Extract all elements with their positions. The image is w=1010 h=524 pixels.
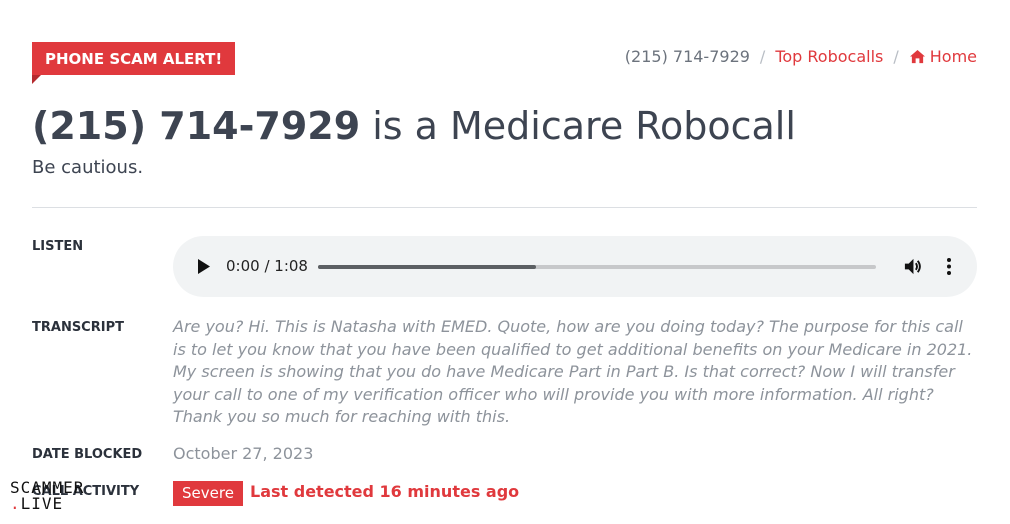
breadcrumb-home-label: Home xyxy=(929,47,977,66)
listen-label: LISTEN xyxy=(32,239,84,254)
play-icon[interactable] xyxy=(197,259,211,274)
last-detected-text: Last detected 16 minutes ago xyxy=(250,482,520,501)
breadcrumb-top-robocalls-link[interactable]: Top Robocalls xyxy=(775,47,883,66)
phone-scam-alert-badge: PHONE SCAM ALERT! xyxy=(32,42,236,75)
transcript-label: TRANSCRIPT xyxy=(32,320,124,335)
section-divider xyxy=(32,207,977,208)
page-title-number: (215) 714-7929 xyxy=(32,104,361,148)
breadcrumb-current-number: (215) 714-7929 xyxy=(624,47,750,66)
audio-time: 0:00 / 1:08 xyxy=(226,257,308,275)
home-icon xyxy=(909,49,925,64)
breadcrumb: (215) 714-7929 / Top Robocalls / Home xyxy=(625,47,977,66)
severity-badge: Severe xyxy=(173,481,243,506)
date-blocked-label: DATE BLOCKED xyxy=(32,447,143,462)
audio-progress-fill xyxy=(318,265,536,269)
logo-line-2: LIVE xyxy=(20,494,64,513)
scammer-live-logo: SCAMMER .LIVE xyxy=(10,480,84,512)
audio-player[interactable]: 0:00 / 1:08 xyxy=(173,236,977,297)
logo-dot: . xyxy=(10,494,21,513)
page-title: (215) 714-7929 is a Medicare Robocall xyxy=(32,104,796,148)
breadcrumb-separator: / xyxy=(893,47,899,66)
breadcrumb-separator: / xyxy=(759,47,766,66)
page-subtitle: Be cautious. xyxy=(32,157,144,178)
breadcrumb-home-link[interactable]: Home xyxy=(909,47,977,66)
volume-icon[interactable] xyxy=(903,257,922,276)
more-options-icon[interactable] xyxy=(943,257,955,276)
transcript-text: Are you? Hi. This is Natasha with EMED. … xyxy=(173,317,973,426)
audio-progress-track[interactable] xyxy=(318,265,876,269)
page-title-rest: is a Medicare Robocall xyxy=(360,104,796,148)
date-blocked-value: October 27, 2023 xyxy=(173,444,314,463)
